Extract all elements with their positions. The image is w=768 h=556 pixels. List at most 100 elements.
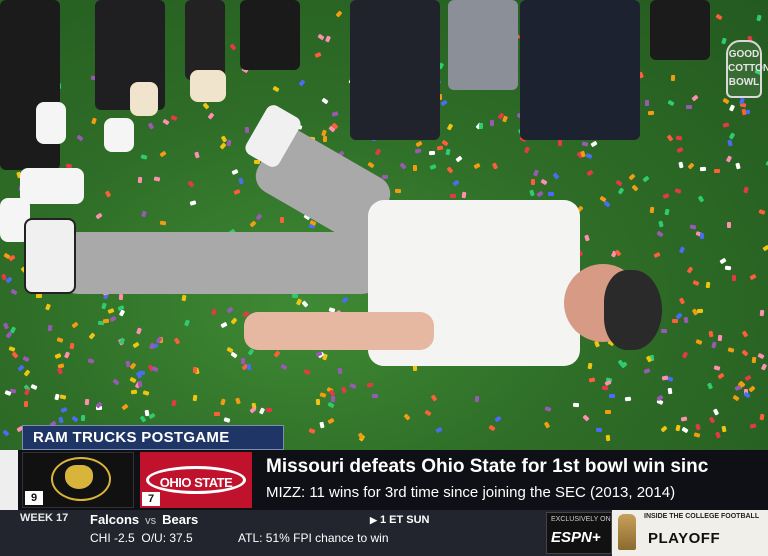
confetti-piece xyxy=(322,135,328,142)
confetti-piece xyxy=(663,208,670,216)
playoff-promo-title: PLAYOFF xyxy=(648,530,721,547)
standing-person-legs xyxy=(0,0,60,170)
confetti-piece xyxy=(192,394,198,402)
confetti-piece xyxy=(318,421,325,429)
headline-area: Missouri defeats Ohio State for 1st bowl… xyxy=(258,452,768,508)
ticker-fpi: ATL: 51% FPI chance to win xyxy=(238,531,389,545)
shoe xyxy=(190,70,226,102)
confetti-piece xyxy=(137,381,143,388)
confetti-piece xyxy=(23,400,28,407)
espn-plus-logo: ESPN+ xyxy=(551,529,601,546)
person-arm xyxy=(244,312,434,350)
confetti-piece xyxy=(685,104,692,110)
confetti-piece xyxy=(647,110,655,116)
confetti-piece xyxy=(125,360,131,368)
standing-person-legs xyxy=(520,0,640,140)
confetti-piece xyxy=(683,317,689,324)
standing-person-legs xyxy=(240,0,300,70)
confetti-piece xyxy=(530,178,536,185)
confetti-piece xyxy=(572,402,580,407)
confetti-piece xyxy=(671,74,676,82)
trophy-icon xyxy=(618,514,636,550)
shoe xyxy=(36,102,66,144)
confetti-piece xyxy=(731,275,737,282)
confetti-piece xyxy=(449,193,456,199)
ticker-team-a: Falcons xyxy=(90,512,140,527)
confetti-piece xyxy=(658,220,664,228)
confetti-piece xyxy=(291,293,298,299)
confetti-piece xyxy=(428,150,436,156)
confetti-piece xyxy=(726,139,733,147)
confetti-piece xyxy=(671,319,678,324)
confetti-piece xyxy=(69,342,75,350)
standing-person-legs xyxy=(448,0,518,90)
ticker-vs: vs xyxy=(145,515,157,527)
confetti-piece xyxy=(557,139,562,146)
shoe xyxy=(20,168,84,204)
standing-person-legs xyxy=(650,0,710,60)
confetti-piece xyxy=(595,427,603,433)
confetti-piece xyxy=(57,416,64,423)
confetti-piece xyxy=(414,148,422,154)
confetti-piece xyxy=(605,410,612,415)
play-triangle-icon: ▶ xyxy=(370,515,377,525)
confetti-piece xyxy=(102,318,110,323)
confetti-piece xyxy=(153,176,161,182)
confetti-piece xyxy=(741,108,747,115)
confetti-piece xyxy=(137,176,142,183)
espn-exclusive-text: EXCLUSIVELY ON xyxy=(551,516,611,523)
espn-plus-badge: EXCLUSIVELY ON ESPN+ xyxy=(546,512,612,554)
ohio-state-seed: 7 xyxy=(142,492,160,506)
ticker-matchup: Falcons vs Bears xyxy=(90,512,198,527)
confetti-piece xyxy=(118,293,123,300)
confetti-piece xyxy=(699,232,705,239)
ticker-week: WEEK 17 xyxy=(20,512,69,524)
confetti-piece xyxy=(265,407,272,413)
confetti-piece xyxy=(213,411,220,416)
shoe xyxy=(24,218,76,294)
confetti-piece xyxy=(36,293,43,298)
banner-edge xyxy=(0,450,18,510)
confetti-piece xyxy=(713,168,720,173)
ohio-state-wordmark: OHIO STATE xyxy=(146,466,246,494)
subline: MIZZ: 11 wins for 3rd time since joining… xyxy=(266,484,676,501)
confetti-piece xyxy=(160,220,167,226)
confetti-piece xyxy=(677,161,684,168)
confetti-piece xyxy=(605,434,611,442)
person-leg xyxy=(60,232,380,294)
confetti-piece xyxy=(366,381,374,388)
shoe xyxy=(104,118,134,152)
ticker-spread: CHI -2.5 xyxy=(90,531,135,545)
confetti-piece xyxy=(372,393,379,398)
confetti-piece xyxy=(181,294,187,301)
confetti-piece xyxy=(246,363,252,371)
person-cap xyxy=(604,270,662,350)
confetti-piece xyxy=(84,399,90,406)
shoe xyxy=(130,82,158,116)
confetti-piece xyxy=(759,413,765,420)
confetti-piece xyxy=(726,221,731,228)
confetti-piece xyxy=(609,394,616,399)
confetti-piece xyxy=(412,165,417,172)
confetti-piece xyxy=(192,366,197,374)
confetti-piece xyxy=(479,122,484,129)
ohio-state-logo: OHIO STATE 7 xyxy=(140,452,252,508)
confetti-piece xyxy=(381,174,388,179)
missouri-logo: 9 xyxy=(22,452,134,508)
headline: Missouri defeats Ohio State for 1st bowl… xyxy=(266,456,709,477)
postgame-label: RAM TRUCKS POSTGAME xyxy=(22,425,284,450)
confetti-piece xyxy=(675,135,683,141)
ticker-team-b: Bears xyxy=(162,512,199,527)
confetti-piece xyxy=(645,99,650,106)
tiger-head-icon xyxy=(65,465,93,489)
confetti-piece xyxy=(315,398,321,405)
confetti-piece xyxy=(140,154,148,160)
playoff-promo-subtitle: INSIDE THE COLLEGE FOOTBALL xyxy=(644,513,760,520)
ticker-time-text: 1 ET SUN xyxy=(379,514,430,526)
confetti-piece xyxy=(587,362,593,369)
confetti-piece xyxy=(279,216,284,223)
confetti-piece xyxy=(489,120,494,127)
ticker-time: ▶ 1 ET SUN xyxy=(370,514,430,526)
standing-person-legs xyxy=(185,0,225,80)
confetti-piece xyxy=(474,395,480,402)
